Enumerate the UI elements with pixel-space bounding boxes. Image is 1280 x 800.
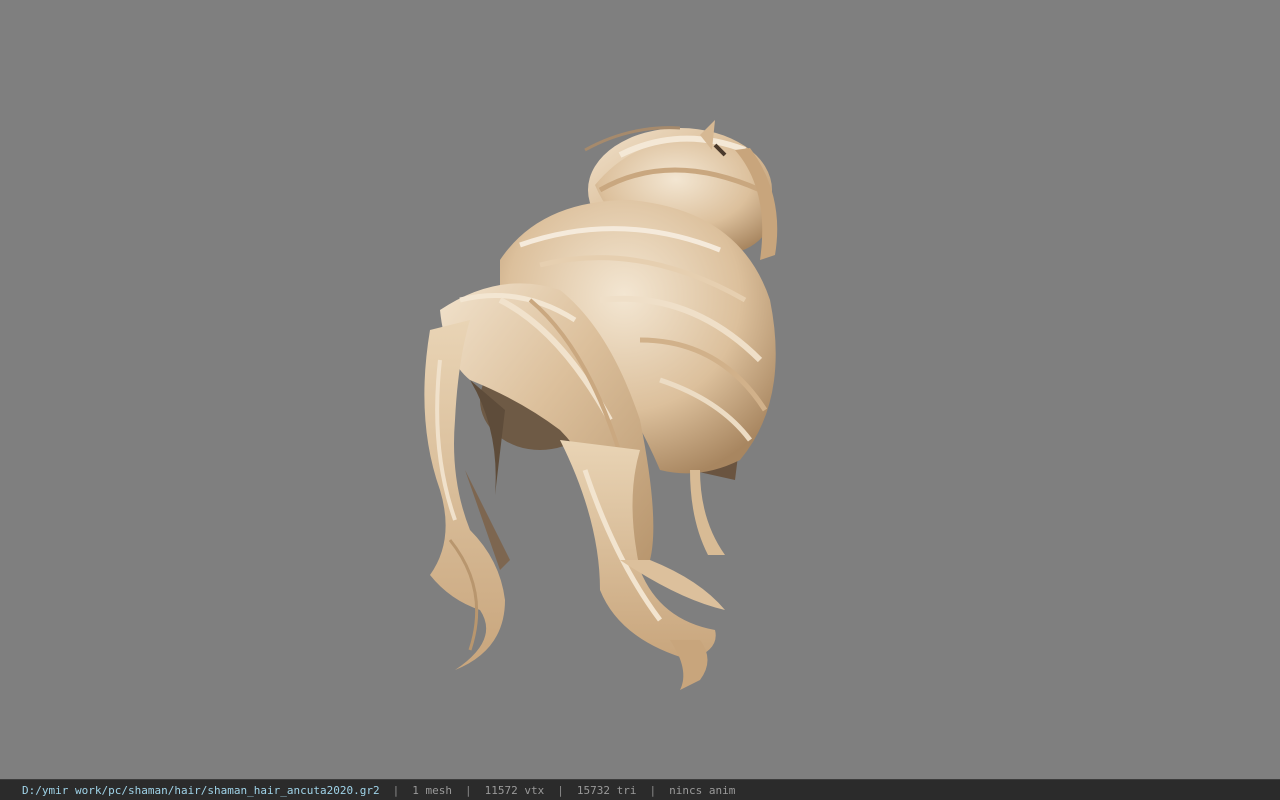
hair-model[interactable] bbox=[0, 0, 1280, 779]
separator: | bbox=[465, 783, 472, 797]
separator: | bbox=[557, 783, 564, 797]
file-path: D:/ymir work/pc/shaman/hair/shaman_hair_… bbox=[22, 783, 380, 797]
status-bar: D:/ymir work/pc/shaman/hair/shaman_hair_… bbox=[0, 779, 1280, 800]
animation-status: nincs anim bbox=[669, 783, 736, 797]
vertex-count: 11572 vtx bbox=[484, 783, 545, 797]
triangle-count: 15732 tri bbox=[576, 783, 637, 797]
mesh-count: 1 mesh bbox=[412, 783, 452, 797]
3d-viewport[interactable] bbox=[0, 0, 1280, 779]
separator: | bbox=[649, 783, 657, 797]
separator: | bbox=[392, 783, 400, 797]
